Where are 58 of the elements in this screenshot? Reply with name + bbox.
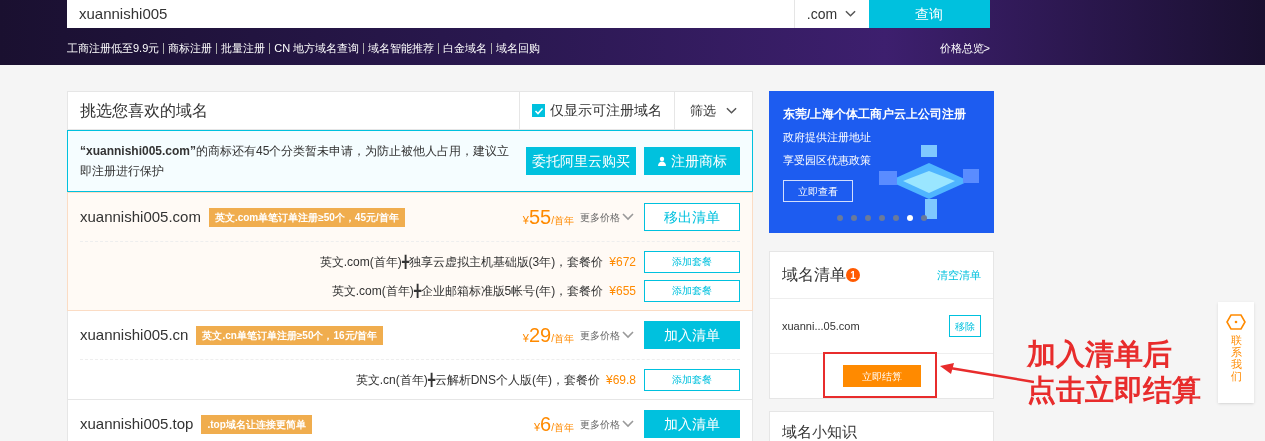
promo-tag: .top域名让连接更简单 (201, 414, 312, 434)
annotation-text: 加入清单后 (1027, 337, 1173, 372)
view-now-button[interactable]: 立即查看 (783, 180, 853, 202)
package-price: ¥655 (609, 282, 636, 300)
price: 55 (528, 205, 552, 230)
list-title: 挑选您喜欢的域名 (79, 100, 209, 121)
package-description: 英文.cn(首年)╋云解析DNS个人版(年)，套餐价 (355, 371, 600, 389)
search-field[interactable]: xuannishi005 (67, 0, 794, 28)
banner-text: 享受园区优惠政策 (783, 152, 872, 168)
chevron-down-icon (622, 213, 634, 221)
domain-name: xuannishi005.top (80, 413, 194, 434)
price: 6 (540, 412, 552, 437)
available-only-checkbox[interactable]: 仅显示可注册域名 (519, 92, 674, 129)
promo-tag: 英文.cn单笔订单注册≥50个，16元/首年 (196, 325, 384, 345)
quick-link[interactable]: 批量注册 (216, 42, 270, 54)
hexagon-icon (1226, 314, 1246, 330)
notice-text: “xuannishi005.com”的商标还有45个分类暂未申请，为防止被他人占用，建议立即注册进行保护 (80, 143, 511, 180)
contact-label: 联系我们 (1230, 334, 1242, 383)
banner-title: 东莞/上海个体工商户云上公司注册 (783, 106, 968, 123)
price-unit: /首年 (551, 333, 574, 346)
tips-title: 域名小知识 (782, 423, 857, 440)
package-price: ¥672 (609, 253, 636, 271)
chevron-down-icon (622, 331, 634, 339)
quick-link[interactable]: 商标注册 (163, 42, 217, 54)
more-prices-link[interactable]: 更多价格 (580, 416, 634, 432)
package-description: 英文.com(首年)╋独享云虚拟主机基础版(3年)，套餐价 (319, 253, 604, 271)
currency-symbol: ¥ (522, 214, 529, 228)
package-price: ¥69.8 (605, 371, 636, 389)
annotation-text: 点击立即结算 (1027, 373, 1201, 408)
package-description: 英文.com(首年)╋企业邮箱标准版5帐号(年)，套餐价 (331, 282, 604, 300)
quick-link[interactable]: CN 地方域名查询 (269, 42, 364, 54)
suffix-dropdown[interactable]: .com (793, 0, 862, 28)
more-prices-link[interactable]: 更多价格 (580, 209, 634, 225)
domain-name: xuannishi005.cn (80, 324, 189, 345)
cart-title: 域名清单 (782, 265, 846, 285)
filter-dropdown[interactable]: 筛选 (674, 92, 752, 129)
chevron-down-icon (726, 106, 737, 115)
price-overview-link[interactable]: 价格总览> (939, 40, 990, 57)
quick-link[interactable]: 工商注册低至9.9元 (67, 42, 164, 54)
checkbox-box[interactable] (532, 104, 545, 117)
promo-tag: 英文.com单笔订单注册≥50个，45元/首年 (208, 207, 405, 227)
quick-link[interactable]: 域名回购 (491, 42, 545, 54)
quick-link[interactable]: 白金域名 (438, 42, 492, 54)
banner-text: 政府提供注册地址 (783, 130, 872, 145)
chevron-down-icon (622, 420, 634, 428)
domain-name: xuannishi005.com (80, 206, 201, 227)
price-unit: /首年 (551, 215, 574, 228)
price-unit: /首年 (551, 422, 574, 435)
checkmark-icon (533, 105, 544, 116)
price: 29 (528, 323, 552, 348)
more-prices-link[interactable]: 更多价格 (580, 327, 634, 343)
cart-item-name: xuanni...05.com (782, 318, 860, 334)
person-icon (657, 156, 667, 166)
chevron-down-icon (845, 10, 857, 18)
cart-count-badge: 1 (846, 268, 860, 282)
currency-symbol: ¥ (533, 421, 541, 435)
quick-link[interactable]: 域名智能推荐 (363, 42, 439, 54)
currency-symbol: ¥ (522, 332, 529, 346)
